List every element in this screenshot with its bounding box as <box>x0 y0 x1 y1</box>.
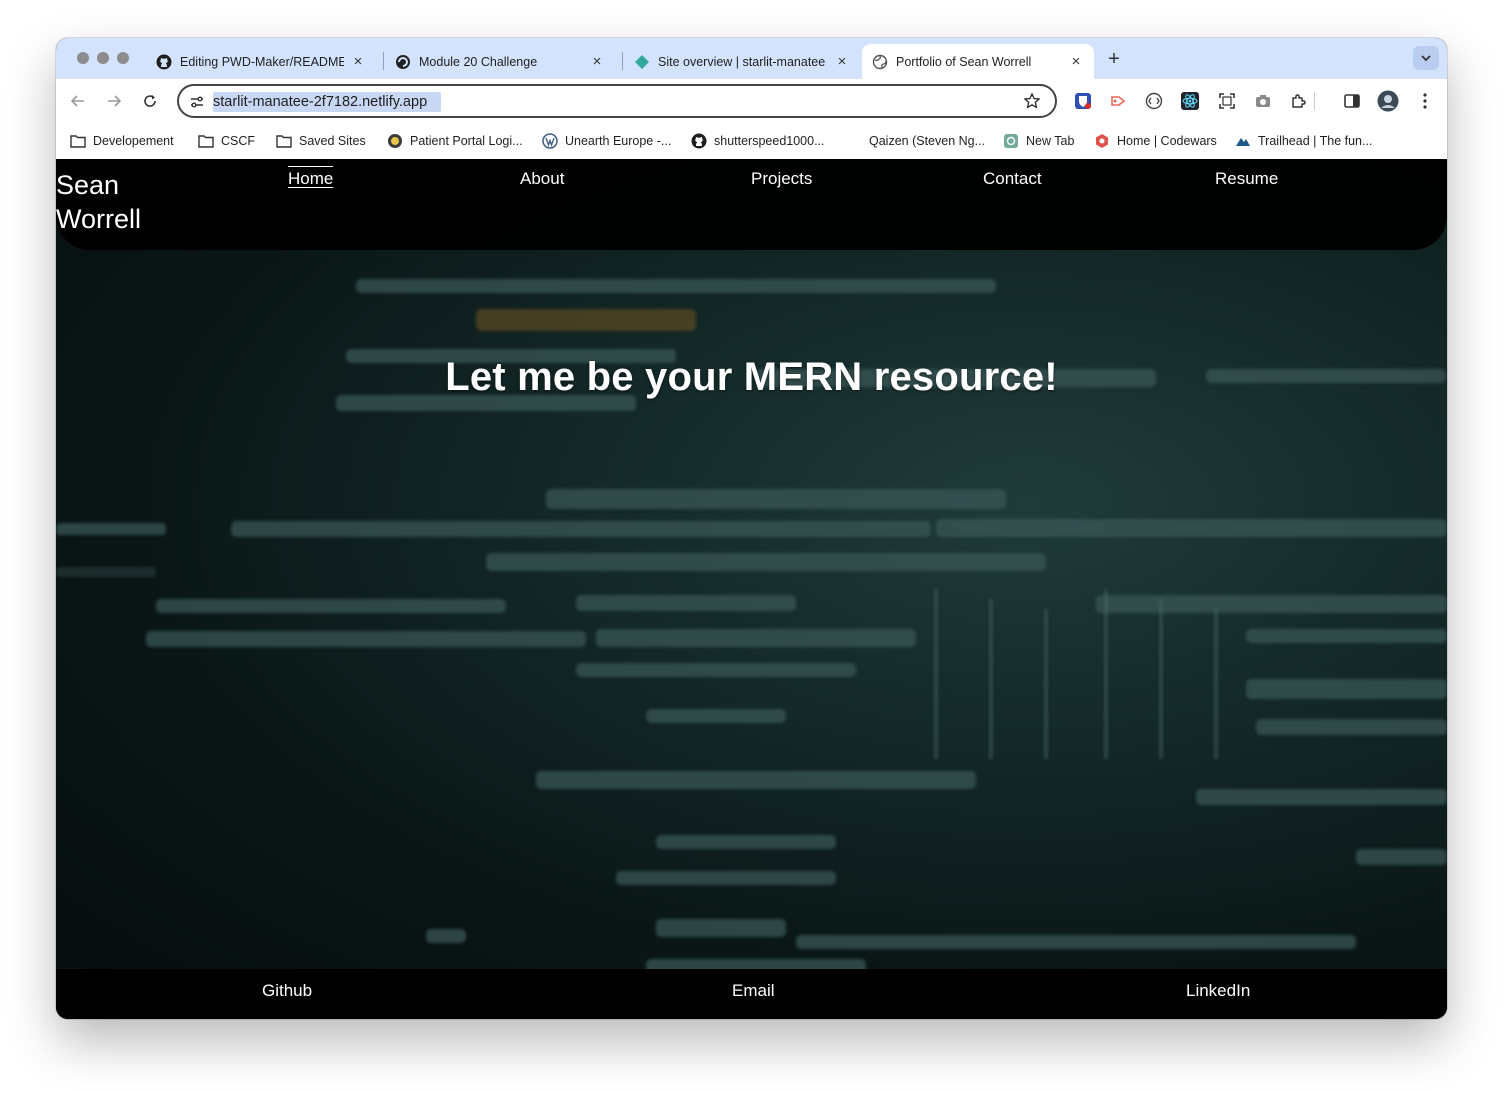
github-icon <box>691 133 707 149</box>
wordpress-icon <box>542 133 558 149</box>
extension-screenshot-icon[interactable] <box>1216 90 1238 112</box>
site-name: Sean Worrell <box>56 170 142 234</box>
chevron-down-icon <box>1421 55 1431 62</box>
extensions-puzzle-icon[interactable] <box>1288 90 1310 112</box>
bookmark-shutterspeed[interactable]: shutterspeed1000... <box>691 131 825 151</box>
folder-icon <box>276 133 292 149</box>
browser-window: Editing PWD-Maker/README × Module 20 Cha… <box>56 38 1447 1019</box>
site-footer: Github Email LinkedIn <box>56 969 1447 1019</box>
close-window-button[interactable] <box>77 52 89 64</box>
bookmark-qaizen[interactable]: Qaizen (Steven Ng... <box>846 131 985 151</box>
arrow-right-icon <box>108 95 122 107</box>
code-background-image <box>56 279 1447 985</box>
site-settings-icon[interactable] <box>189 94 205 115</box>
toolbar-divider <box>1314 92 1315 110</box>
bookmark-codewars[interactable]: Home | Codewars <box>1094 131 1217 151</box>
reload-icon <box>144 95 156 107</box>
codewars-icon <box>1094 133 1110 149</box>
reload-button[interactable] <box>139 90 161 112</box>
back-button[interactable] <box>67 90 89 112</box>
tab-strip: Editing PWD-Maker/README × Module 20 Cha… <box>56 38 1447 79</box>
portfolio-page: Sean Worrell Home About Projects Contact… <box>56 159 1447 1019</box>
nav-contact[interactable]: Contact <box>983 169 1042 189</box>
nav-about[interactable]: About <box>520 169 564 189</box>
extension-react-icon[interactable] <box>1179 90 1201 112</box>
portal-icon <box>387 133 403 149</box>
folder-icon <box>70 133 86 149</box>
blank-icon <box>846 133 862 149</box>
nav-projects[interactable]: Projects <box>751 169 812 189</box>
extension-bitwarden-icon[interactable] <box>1072 90 1094 112</box>
tab-portfolio[interactable]: Portfolio of Sean Worrell × <box>862 44 1094 79</box>
url-input[interactable] <box>213 92 993 112</box>
hero-heading: Let me be your MERN resource! <box>445 355 1058 399</box>
site-header: Sean Worrell Home About Projects Contact… <box>56 159 1447 250</box>
trailhead-icon <box>1235 133 1251 149</box>
bookmark-developement[interactable]: Developement <box>70 131 174 151</box>
chatgpt-icon <box>1003 133 1019 149</box>
close-tab-icon[interactable]: × <box>350 53 366 70</box>
footer-github-link[interactable]: Github <box>262 981 312 1001</box>
bookmark-star-icon[interactable] <box>1023 92 1041 115</box>
browser-toolbar <box>56 79 1447 123</box>
bookmark-saved-sites[interactable]: Saved Sites <box>276 131 366 151</box>
extension-devtools-icon[interactable] <box>1143 90 1165 112</box>
zoom-window-button[interactable] <box>117 52 129 64</box>
extension-arrow-icon[interactable] <box>1107 90 1129 112</box>
forward-button[interactable] <box>103 90 125 112</box>
globe-icon <box>872 54 888 70</box>
footer-email-link[interactable]: Email <box>732 981 775 1001</box>
extension-camera-icon[interactable] <box>1252 90 1274 112</box>
netlify-icon <box>634 54 650 70</box>
close-tab-icon[interactable]: × <box>589 53 605 70</box>
github-icon <box>156 54 172 70</box>
tab-editing-readme[interactable]: Editing PWD-Maker/README × <box>146 44 376 79</box>
courseware-icon <box>395 54 411 70</box>
browser-menu-icon[interactable] <box>1414 90 1436 112</box>
bookmark-unearth-europe[interactable]: Unearth Europe -... <box>542 131 671 151</box>
minimize-window-button[interactable] <box>97 52 109 64</box>
address-bar[interactable] <box>177 84 1057 118</box>
bookmark-patient-portal[interactable]: Patient Portal Logi... <box>387 131 523 151</box>
close-tab-icon[interactable]: × <box>834 53 850 70</box>
nav-home[interactable]: Home <box>288 166 334 189</box>
profile-avatar[interactable] <box>1377 90 1399 112</box>
bookmark-new-tab[interactable]: New Tab <box>1003 131 1074 151</box>
tab-module-20[interactable]: Module 20 Challenge × <box>385 44 615 79</box>
footer-linkedin-link[interactable]: LinkedIn <box>1186 981 1250 1001</box>
folder-icon <box>198 133 214 149</box>
tab-separator <box>383 52 384 70</box>
side-panel-icon[interactable] <box>1341 90 1363 112</box>
arrow-left-icon <box>70 95 84 107</box>
tab-site-overview[interactable]: Site overview | starlit-manatee × <box>624 44 860 79</box>
tab-separator <box>622 52 623 70</box>
tab-search-button[interactable] <box>1413 46 1439 70</box>
bookmark-trailhead[interactable]: Trailhead | The fun... <box>1235 131 1372 151</box>
bookmark-cscf[interactable]: CSCF <box>198 131 255 151</box>
nav-resume[interactable]: Resume <box>1215 169 1278 189</box>
bookmarks-bar: Developement CSCF Saved Sites Patient Po… <box>56 123 1447 159</box>
close-tab-icon[interactable]: × <box>1068 53 1084 70</box>
new-tab-button[interactable]: + <box>1103 48 1125 70</box>
